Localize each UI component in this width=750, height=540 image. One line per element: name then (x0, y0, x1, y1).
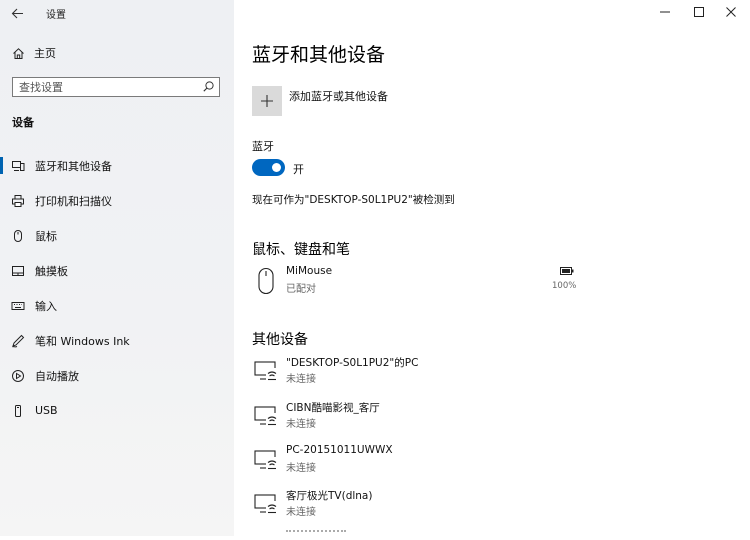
back-button[interactable] (6, 4, 28, 22)
back-arrow-icon (11, 8, 23, 18)
sidebar-item-label: 自动播放 (35, 369, 79, 383)
bluetooth-label: 蓝牙 (252, 140, 274, 153)
sidebar-item-label: 笔和 Windows Ink (35, 334, 130, 348)
home-link[interactable]: 主页 (12, 45, 56, 61)
add-device-label[interactable]: 添加蓝牙或其他设备 (289, 88, 388, 104)
device-cibn[interactable]: CIBN酷喵影视_客厅 未连接 (252, 400, 612, 436)
mouse-icon (11, 229, 25, 243)
touchpad-icon (11, 264, 25, 278)
device-name: CIBN酷喵影视_客厅 (286, 402, 380, 414)
sidebar: 设置 主页 设备 蓝牙和其他设备 打印机和扫描仪 (0, 0, 234, 536)
sidebar-item-touchpad[interactable]: 触摸板 (0, 253, 234, 288)
home-icon (13, 47, 24, 59)
device-status: 未连接 (286, 419, 316, 430)
window-title: 设置 (46, 10, 66, 21)
bluetooth-devices-icon (11, 159, 25, 173)
mouse-keyboard-pen-heading: 鼠标、键盘和笔 (252, 242, 350, 258)
device-living-room-tv[interactable]: 客厅极光TV(dlna) 未连接 (252, 488, 612, 524)
device-status: 未连接 (286, 463, 316, 474)
device-status: 未连接 (286, 374, 316, 385)
device-name: MiMouse (286, 265, 333, 277)
autoplay-icon (11, 369, 25, 383)
sidebar-nav: 蓝牙和其他设备 打印机和扫描仪 鼠标 触摸板 输入 笔和 Windows Ink… (0, 148, 234, 428)
home-label: 主页 (34, 47, 56, 60)
sidebar-item-label: 打印机和扫描仪 (35, 194, 112, 208)
sidebar-item-bluetooth[interactable]: 蓝牙和其他设备 (0, 148, 234, 183)
pen-icon (11, 334, 25, 348)
wireless-display-icon (252, 357, 280, 385)
sidebar-item-label: 触摸板 (35, 264, 68, 278)
usb-icon (11, 404, 25, 418)
battery-percentage: 100% (552, 281, 577, 291)
add-device-button[interactable] (252, 86, 282, 116)
minimize-icon (660, 11, 670, 13)
minimize-button[interactable] (646, 0, 684, 24)
sidebar-item-pen[interactable]: 笔和 Windows Ink (0, 323, 234, 358)
search-icon[interactable] (202, 80, 215, 93)
search-box[interactable] (12, 77, 220, 97)
wireless-display-icon (252, 402, 280, 430)
bluetooth-toggle[interactable] (252, 159, 285, 176)
partially-visible-device (286, 530, 346, 540)
device-name: 客厅极光TV(dlna) (286, 490, 373, 502)
sidebar-item-label: 蓝牙和其他设备 (35, 159, 112, 173)
wireless-display-icon (252, 490, 280, 518)
device-status: 已配对 (286, 284, 316, 295)
maximize-icon (694, 7, 704, 17)
device-pc-2015[interactable]: PC-20151011UWWX 未连接 (252, 444, 612, 480)
plus-icon (261, 95, 273, 107)
device-desktop-pc[interactable]: "DESKTOP-S0L1PU2"的PC 未连接 (252, 355, 612, 391)
sidebar-item-mouse[interactable]: 鼠标 (0, 218, 234, 253)
sidebar-item-autoplay[interactable]: 自动播放 (0, 358, 234, 393)
device-name: "DESKTOP-S0L1PU2"的PC (286, 357, 419, 369)
close-button[interactable] (712, 0, 750, 24)
device-name: PC-20151011UWWX (286, 444, 393, 456)
sidebar-item-printers[interactable]: 打印机和扫描仪 (0, 183, 234, 218)
mouse-icon (252, 267, 280, 295)
sidebar-section-heading: 设备 (12, 116, 34, 129)
keyboard-icon (11, 299, 25, 313)
sidebar-item-label: USB (35, 404, 58, 417)
device-status: 未连接 (286, 507, 316, 518)
discoverable-text: 现在可作为"DESKTOP-S0L1PU2"被检测到 (252, 194, 455, 206)
printer-icon (11, 194, 25, 208)
sidebar-item-typing[interactable]: 输入 (0, 288, 234, 323)
close-icon (726, 7, 736, 17)
page-title: 蓝牙和其他设备 (252, 44, 386, 66)
sidebar-item-label: 鼠标 (35, 229, 57, 243)
bluetooth-state: 开 (293, 163, 304, 176)
sidebar-item-usb[interactable]: USB (0, 393, 234, 428)
wireless-display-icon (252, 446, 280, 474)
search-input[interactable] (13, 80, 205, 94)
toggle-knob (272, 163, 281, 172)
battery-icon (560, 267, 574, 275)
sidebar-item-label: 输入 (35, 299, 57, 313)
other-devices-heading: 其他设备 (252, 332, 308, 348)
